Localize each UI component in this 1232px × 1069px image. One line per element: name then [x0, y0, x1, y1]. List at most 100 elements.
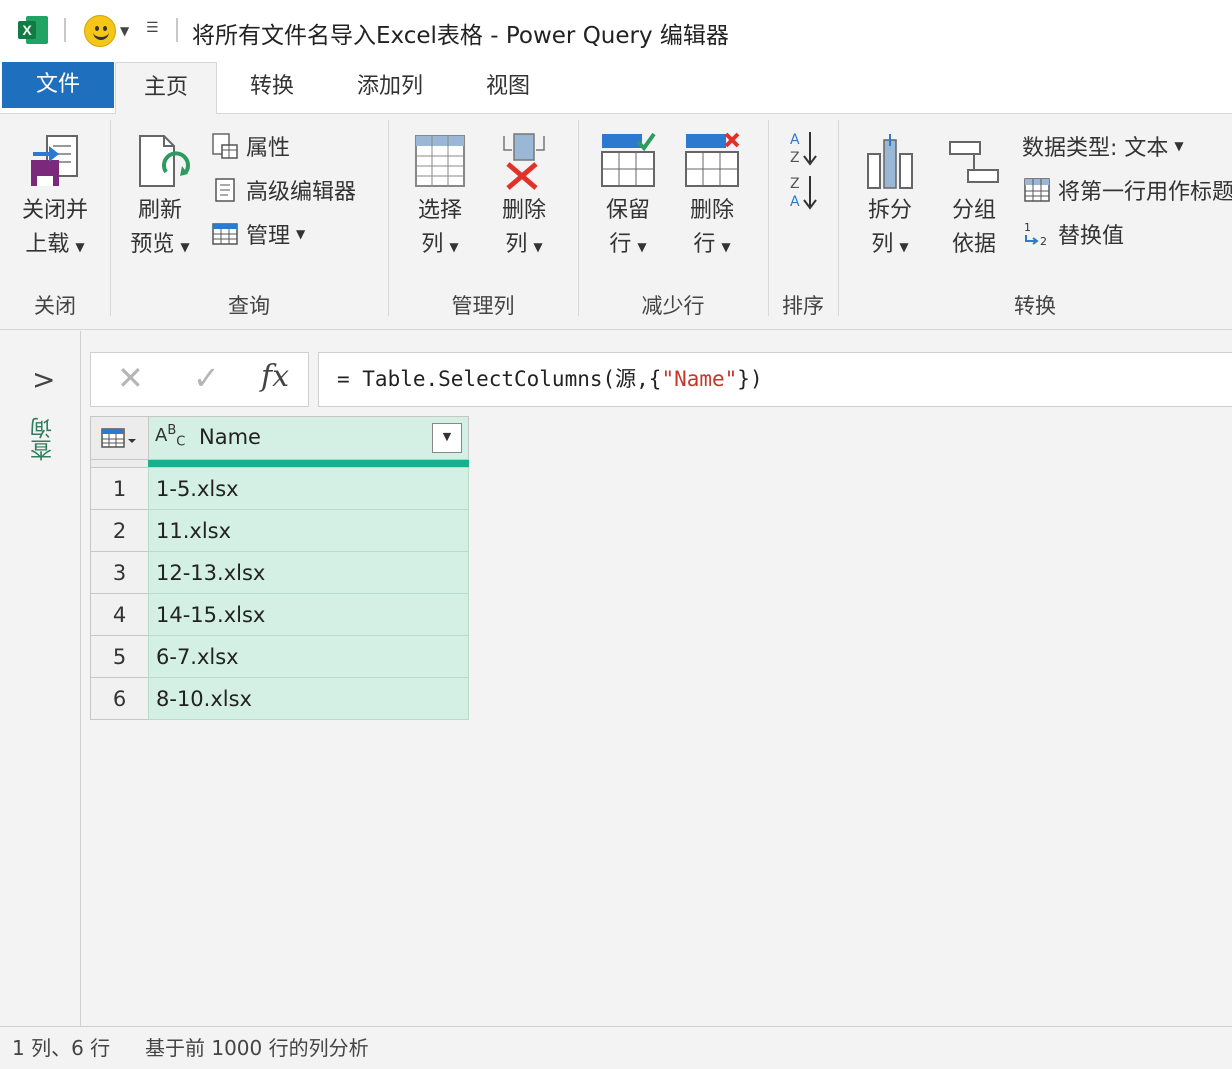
keep-rows-label-2: 行	[609, 232, 632, 257]
sort-ascending-icon[interactable]: A Z	[786, 128, 820, 168]
choose-columns-button[interactable]: 选择 列 ▼	[398, 132, 482, 264]
row-index: 1	[90, 467, 149, 510]
use-first-row-as-headers-button[interactable]: 将第一行用作标题	[1022, 174, 1232, 206]
table-header-icon	[1024, 178, 1050, 202]
status-profiling[interactable]: 基于前 1000 行的列分析	[145, 1027, 369, 1069]
chevron-down-icon: ▼	[75, 240, 85, 254]
table-cell[interactable]: 11.xlsx	[148, 509, 469, 552]
remove-rows-label-1: 删除	[689, 198, 734, 223]
group-by-button[interactable]: 分组 依据	[932, 132, 1016, 262]
svg-text:Z: Z	[790, 176, 800, 192]
split-column-icon	[867, 134, 913, 189]
first-row-header-label: 将第一行用作标题	[1058, 180, 1232, 205]
column-quality-bar	[148, 460, 469, 467]
chevron-down-icon: ▼	[296, 227, 306, 241]
manage-icon	[212, 223, 238, 245]
chevron-down-icon: ▼	[180, 240, 190, 254]
formula-prefix: = Table.SelectColumns(源,{	[337, 367, 662, 391]
data-type-dropdown[interactable]: 数据类型: 文本 ▼	[1022, 130, 1184, 162]
advanced-editor-label: 高级编辑器	[246, 180, 357, 205]
window-title: 将所有文件名导入Excel表格 - Power Query 编辑器	[192, 23, 729, 49]
group-by-icon	[949, 141, 999, 183]
chevron-down-icon[interactable]: ▼	[120, 24, 129, 38]
replace-values-button[interactable]: 1 2 替换值	[1022, 218, 1124, 250]
tab-transform[interactable]: 转换	[226, 62, 318, 114]
svg-text:Z: Z	[790, 150, 800, 166]
group-separator	[768, 120, 769, 316]
group-separator	[838, 120, 839, 316]
column-filter-button[interactable]: ▼	[432, 423, 462, 453]
properties-button[interactable]: 属性	[210, 130, 290, 162]
tab-home[interactable]: 主页	[115, 62, 217, 115]
remove-rows-button[interactable]: 删除 行 ▼	[670, 132, 754, 264]
svg-text:A: A	[790, 132, 800, 148]
chevron-down-icon: ▼	[721, 240, 731, 254]
table-cell[interactable]: 6-7.xlsx	[148, 635, 469, 678]
chevron-down-icon: ▼	[637, 240, 647, 254]
keep-rows-label-1: 保留	[605, 198, 650, 223]
group-separator	[388, 120, 389, 316]
choose-columns-label-2: 列	[421, 232, 444, 257]
table-row: 1 1-5.xlsx	[90, 467, 469, 510]
title-bar: X ▼ ☰ 将所有文件名导入Excel表格 - Power Query 编辑器	[0, 0, 1232, 62]
group-label-transform: 转换	[1014, 294, 1056, 318]
remove-columns-button[interactable]: 删除 列 ▼	[482, 132, 566, 264]
refresh-label-1: 刷新	[137, 198, 182, 223]
remove-columns-label-1: 删除	[501, 198, 546, 223]
title-separator	[64, 18, 66, 42]
excel-icon: X	[18, 16, 48, 44]
tab-view[interactable]: 视图	[466, 62, 550, 114]
split-column-button[interactable]: 拆分 列 ▼	[848, 132, 932, 264]
formula-buttons: ✕ ✓ fx	[90, 352, 309, 407]
quality-bar-gap	[90, 460, 149, 467]
queries-pane-label[interactable]: 查询	[28, 417, 60, 461]
table-row: 4 14-15.xlsx	[90, 593, 469, 636]
chevron-down-icon: ▼	[533, 240, 543, 254]
replace-values-icon: 1 2	[1024, 221, 1047, 248]
svg-text:X: X	[22, 22, 32, 38]
keep-rows-icon	[601, 132, 656, 187]
group-separator	[578, 120, 579, 316]
svg-text:2: 2	[1040, 235, 1047, 248]
sort-descending-icon[interactable]: Z A	[786, 172, 820, 212]
formula-suffix: })	[737, 367, 763, 391]
remove-rows-label-2: 行	[693, 232, 716, 257]
close-load-label-2: 上载	[25, 232, 70, 257]
keep-rows-button[interactable]: 保留 行 ▼	[586, 132, 670, 264]
manage-button[interactable]: 管理 ▼	[210, 218, 305, 250]
ribbon-tabs: 文件 主页 转换 添加列 视图	[0, 62, 1232, 115]
check-icon[interactable]: ✓	[193, 359, 220, 397]
choose-columns-icon	[415, 135, 465, 187]
properties-label: 属性	[246, 136, 291, 161]
quick-access-menu-icon[interactable]: ☰	[146, 20, 159, 36]
tab-file[interactable]: 文件	[2, 62, 114, 108]
formula-bar[interactable]: = Table.SelectColumns(源,{"Name"})	[318, 352, 1232, 407]
table-cell[interactable]: 12-13.xlsx	[148, 551, 469, 594]
table-menu-button[interactable]	[90, 416, 149, 460]
text-type-icon[interactable]: ABC	[155, 423, 185, 450]
advanced-editor-button[interactable]: 高级编辑器	[210, 174, 356, 206]
cancel-icon[interactable]: ✕	[117, 359, 144, 397]
close-load-label-1: 关闭并	[21, 198, 88, 223]
tab-add-column[interactable]: 添加列	[340, 62, 440, 114]
row-index: 6	[90, 677, 149, 720]
svg-text:A: A	[790, 194, 800, 210]
chevron-right-icon[interactable]: >	[32, 363, 55, 396]
row-index: 4	[90, 593, 149, 636]
table-cell[interactable]: 1-5.xlsx	[148, 467, 469, 510]
table-cell[interactable]: 14-15.xlsx	[148, 593, 469, 636]
group-label-query: 查询	[228, 294, 270, 318]
refresh-preview-button[interactable]: 刷新 预览 ▼	[118, 132, 202, 264]
smiley-icon[interactable]	[84, 15, 116, 47]
table-cell[interactable]: 8-10.xlsx	[148, 677, 469, 720]
column-header-label: Name	[199, 425, 261, 449]
split-column-label-2: 列	[871, 232, 894, 257]
column-header-name[interactable]: ABC Name ▼	[148, 416, 469, 460]
chevron-down-icon: ▼	[899, 240, 909, 254]
fx-icon[interactable]: fx	[261, 359, 289, 394]
close-load-button[interactable]: 关闭并 上载 ▼	[10, 132, 100, 264]
group-label-sort: 排序	[782, 294, 824, 318]
formula-string: "Name"	[661, 367, 738, 391]
table-icon	[101, 428, 136, 448]
group-label-manage-columns: 管理列	[451, 294, 515, 318]
